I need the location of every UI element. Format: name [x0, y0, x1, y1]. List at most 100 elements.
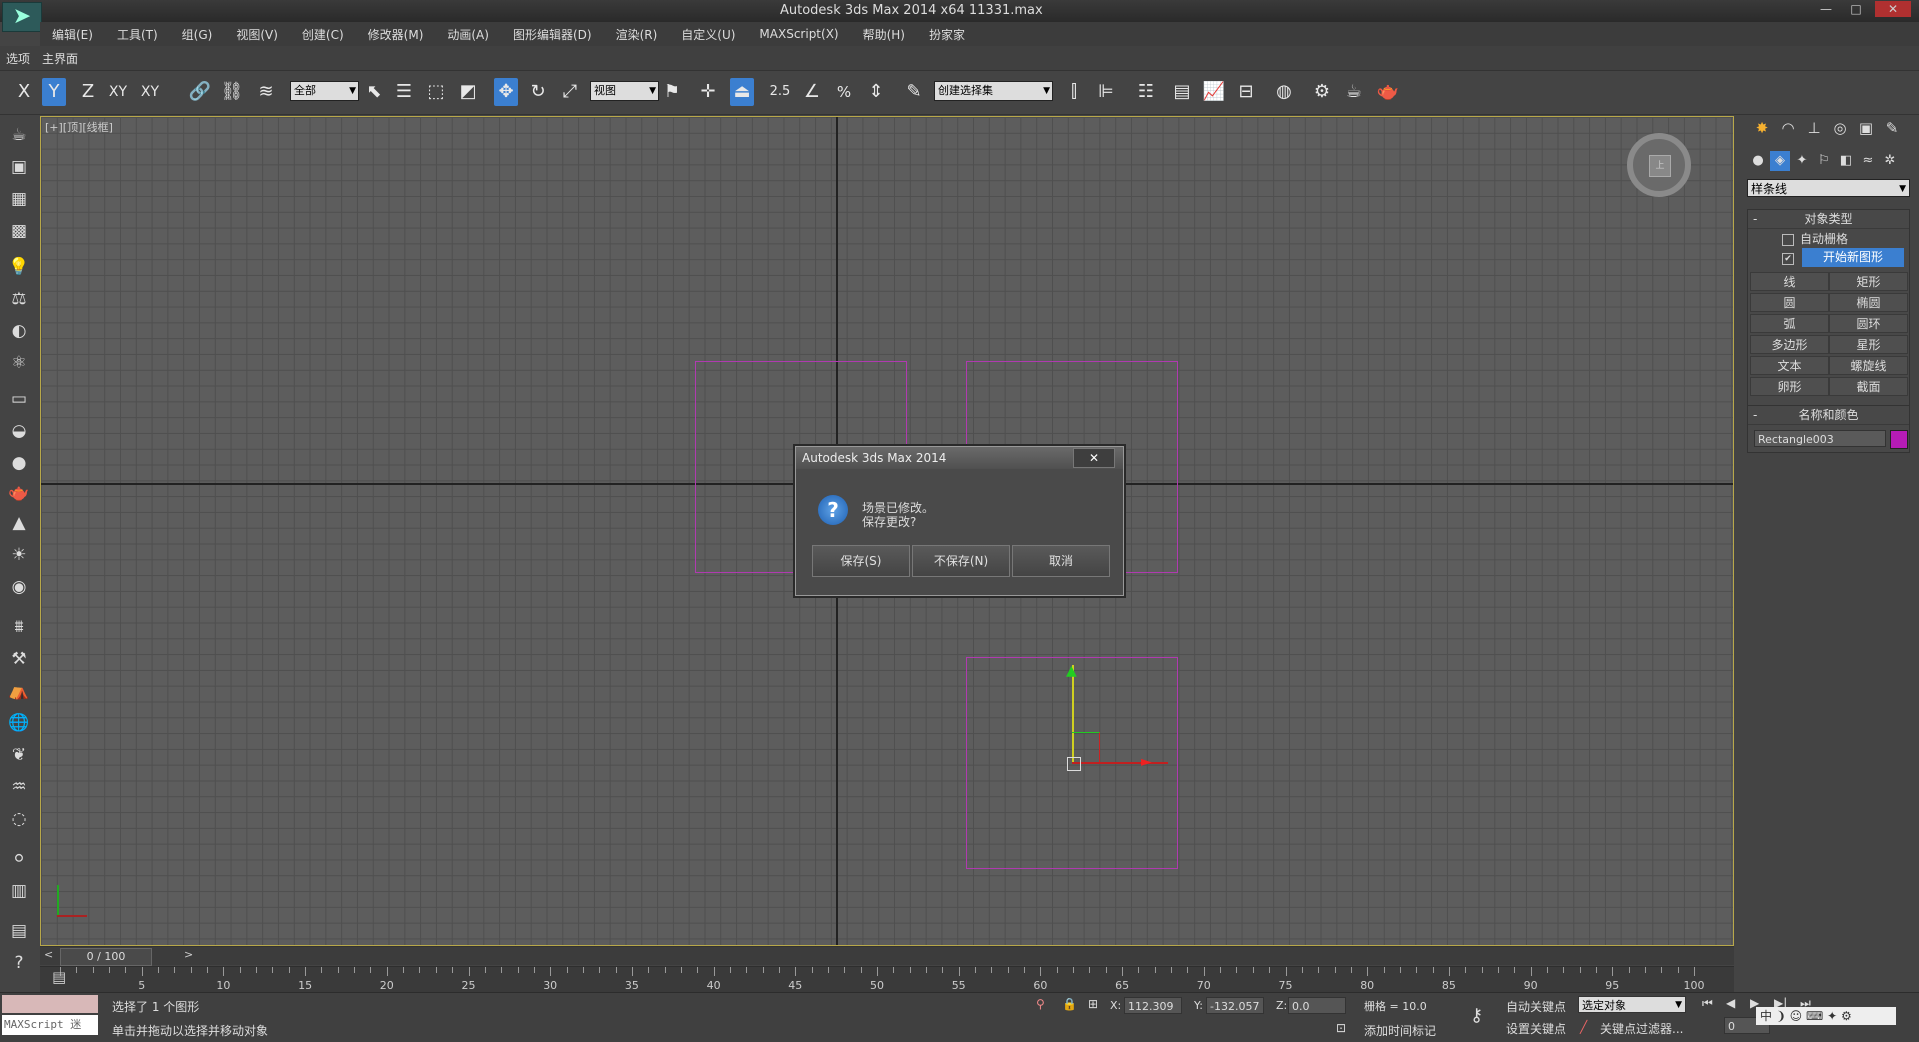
- teapot-primitive-icon[interactable]: 🫖: [7, 481, 31, 505]
- track-bar-icon[interactable]: ▤: [52, 968, 66, 986]
- render-production-icon[interactable]: 🫖: [1376, 78, 1400, 106]
- key-filters-button[interactable]: 关键点过滤器...: [1600, 1020, 1683, 1037]
- lock-icon[interactable]: 🔒: [1062, 997, 1077, 1011]
- menu-edit[interactable]: 编辑(E): [40, 26, 105, 43]
- window-crossing-icon[interactable]: ◩: [456, 78, 480, 106]
- select-object-icon[interactable]: ⬉: [362, 78, 386, 106]
- material-editor-icon[interactable]: ◍: [1272, 78, 1296, 106]
- viewcube[interactable]: 上: [1627, 133, 1691, 197]
- minimize-icon[interactable]: —: [1815, 1, 1837, 17]
- auto-key-button[interactable]: 自动关键点: [1506, 998, 1566, 1015]
- menu-rendering[interactable]: 渲染(R): [604, 26, 670, 43]
- pivot-center-icon[interactable]: ⚑: [660, 78, 684, 106]
- track-bar[interactable]: 5 10 15 20 25 30 35 40 45 50 55 60 65 70 75 80 85 90 95 100: [40, 966, 1734, 993]
- menu-animation[interactable]: 动画(A): [435, 26, 501, 43]
- add-time-tag[interactable]: 添加时间标记: [1364, 1022, 1436, 1039]
- arc-button[interactable]: 弧: [1750, 314, 1829, 333]
- dialog-close-button[interactable]: ✕: [1073, 448, 1115, 468]
- maximize-icon[interactable]: □: [1845, 1, 1867, 17]
- gizmo-x-axis[interactable]: [1072, 762, 1168, 764]
- select-by-name-icon[interactable]: ☰: [392, 78, 416, 106]
- systems-icon[interactable]: ⚛: [7, 351, 31, 375]
- menu-views[interactable]: 视图(V): [224, 26, 290, 43]
- link-icon[interactable]: 🔗: [188, 78, 212, 106]
- key-mode-dropdown[interactable]: 选定对象 ▼: [1578, 996, 1686, 1013]
- helper-icon[interactable]: ⚖: [7, 287, 31, 311]
- menu-create[interactable]: 创建(C): [290, 26, 356, 43]
- hair-icon[interactable]: ♒: [7, 775, 31, 799]
- cameras-icon[interactable]: ⚐: [1814, 151, 1834, 171]
- schematic-view-icon[interactable]: ⊟: [1234, 78, 1258, 106]
- spinner-snap-icon[interactable]: ⇕: [864, 78, 888, 106]
- star-button[interactable]: 星形: [1829, 335, 1908, 354]
- maxscript-listener-top[interactable]: [2, 995, 98, 1013]
- cancel-button[interactable]: 取消: [1012, 545, 1110, 577]
- display-tab-icon[interactable]: ▣: [1854, 117, 1878, 139]
- ime-toolbar[interactable]: 中 ❩ ☺ ⌨ ✦ ⚙: [1756, 1007, 1896, 1025]
- light-bulb-icon[interactable]: 💡: [7, 255, 31, 279]
- plant-icon[interactable]: ❦: [7, 743, 31, 767]
- isolate-icon[interactable]: ⚲: [1036, 997, 1045, 1011]
- plane-icon[interactable]: ▭: [7, 387, 31, 411]
- mirror-icon[interactable]: ⫿: [1062, 78, 1086, 106]
- menu-modifiers[interactable]: 修改器(M): [356, 26, 436, 43]
- white-sphere-icon[interactable]: ⚪: [7, 847, 31, 871]
- circle-button[interactable]: 圆: [1750, 293, 1829, 312]
- helpers-icon[interactable]: ◧: [1836, 151, 1856, 171]
- cloth-icon[interactable]: ⛺: [7, 679, 31, 703]
- time-prev-button[interactable]: <: [44, 948, 53, 961]
- menu-customize[interactable]: 自定义(U): [669, 26, 747, 43]
- dont-save-button[interactable]: 不保存(N): [912, 545, 1010, 577]
- key-icon[interactable]: ⚷: [1470, 1005, 1483, 1026]
- maxscript-mini-listener[interactable]: MAXScript 迷: [2, 1015, 98, 1035]
- image-icon[interactable]: ▣: [7, 155, 31, 179]
- checker-icon[interactable]: ▥: [7, 879, 31, 903]
- auto-grid-checkbox[interactable]: [1782, 234, 1794, 246]
- gizmo-x-arrow-icon[interactable]: ►: [1141, 754, 1152, 770]
- helix-button[interactable]: 螺旋线: [1829, 356, 1908, 375]
- absolute-mode-icon[interactable]: ⊞: [1088, 997, 1098, 1011]
- time-tag-icon[interactable]: ⊡: [1336, 1021, 1346, 1035]
- space-warps-icon[interactable]: ≈: [1858, 151, 1878, 171]
- systems-icon[interactable]: ✲: [1880, 151, 1900, 171]
- manipulate-icon[interactable]: ✛: [696, 78, 720, 106]
- time-slider[interactable]: < 0 / 100 >: [40, 946, 1734, 966]
- y-coordinate-field[interactable]: -132.057: [1206, 997, 1264, 1014]
- layer-manager-icon[interactable]: ☷: [1134, 78, 1158, 106]
- sun-icon[interactable]: ☀: [7, 543, 31, 567]
- utilities-tab-icon[interactable]: ✎: [1880, 117, 1904, 139]
- main-ui-tab[interactable]: 主界面: [36, 50, 84, 67]
- selection-filter-dropdown[interactable]: 全部 ▼: [290, 81, 359, 101]
- motion-tab-icon[interactable]: ◎: [1828, 117, 1852, 139]
- angle-snap-icon[interactable]: ∠: [800, 78, 824, 106]
- donut-button[interactable]: 圆环: [1829, 314, 1908, 333]
- edit-named-selection-icon[interactable]: ✎: [902, 78, 926, 106]
- help-icon[interactable]: ?: [7, 951, 31, 975]
- start-new-shape-checkbox[interactable]: ✔: [1782, 253, 1794, 265]
- menu-banjiajia[interactable]: 扮家家: [917, 26, 977, 43]
- close-icon[interactable]: ✕: [1875, 1, 1911, 17]
- axis-y-button[interactable]: Y: [42, 78, 66, 106]
- grid-icon[interactable]: ▩: [7, 219, 31, 243]
- select-and-scale-icon[interactable]: ⤢: [558, 78, 582, 106]
- menu-help[interactable]: 帮助(H): [851, 26, 917, 43]
- curve-editor-icon[interactable]: 📈: [1202, 78, 1226, 106]
- snap-toggle-button[interactable]: 2.5: [768, 78, 792, 106]
- rectangle-button[interactable]: 矩形: [1829, 272, 1908, 291]
- align-icon[interactable]: ⊫: [1094, 78, 1118, 106]
- lights-icon[interactable]: ✦: [1792, 151, 1812, 171]
- menu-tools[interactable]: 工具(T): [105, 26, 170, 43]
- sphere-icon[interactable]: ●: [7, 451, 31, 475]
- set-key-button[interactable]: 设置关键点: [1506, 1020, 1566, 1037]
- menu-graph-editors[interactable]: 图形编辑器(D): [501, 26, 604, 43]
- rectangular-selection-icon[interactable]: ⬚: [424, 78, 448, 106]
- bone-icon[interactable]: ⚒: [7, 647, 31, 671]
- modify-tab-icon[interactable]: ◠: [1776, 117, 1800, 139]
- sheet-icon[interactable]: ▦: [7, 187, 31, 211]
- bind-space-warp-icon[interactable]: ≋: [254, 78, 278, 106]
- keyboard-shortcut-override-icon[interactable]: ⏏: [730, 78, 754, 106]
- rendered-frame-window-icon[interactable]: ☕: [1342, 78, 1366, 106]
- object-color-swatch[interactable]: [1890, 430, 1908, 449]
- menu-group[interactable]: 组(G): [170, 26, 225, 43]
- named-selection-set-dropdown[interactable]: 创建选择集 ▼: [934, 81, 1053, 101]
